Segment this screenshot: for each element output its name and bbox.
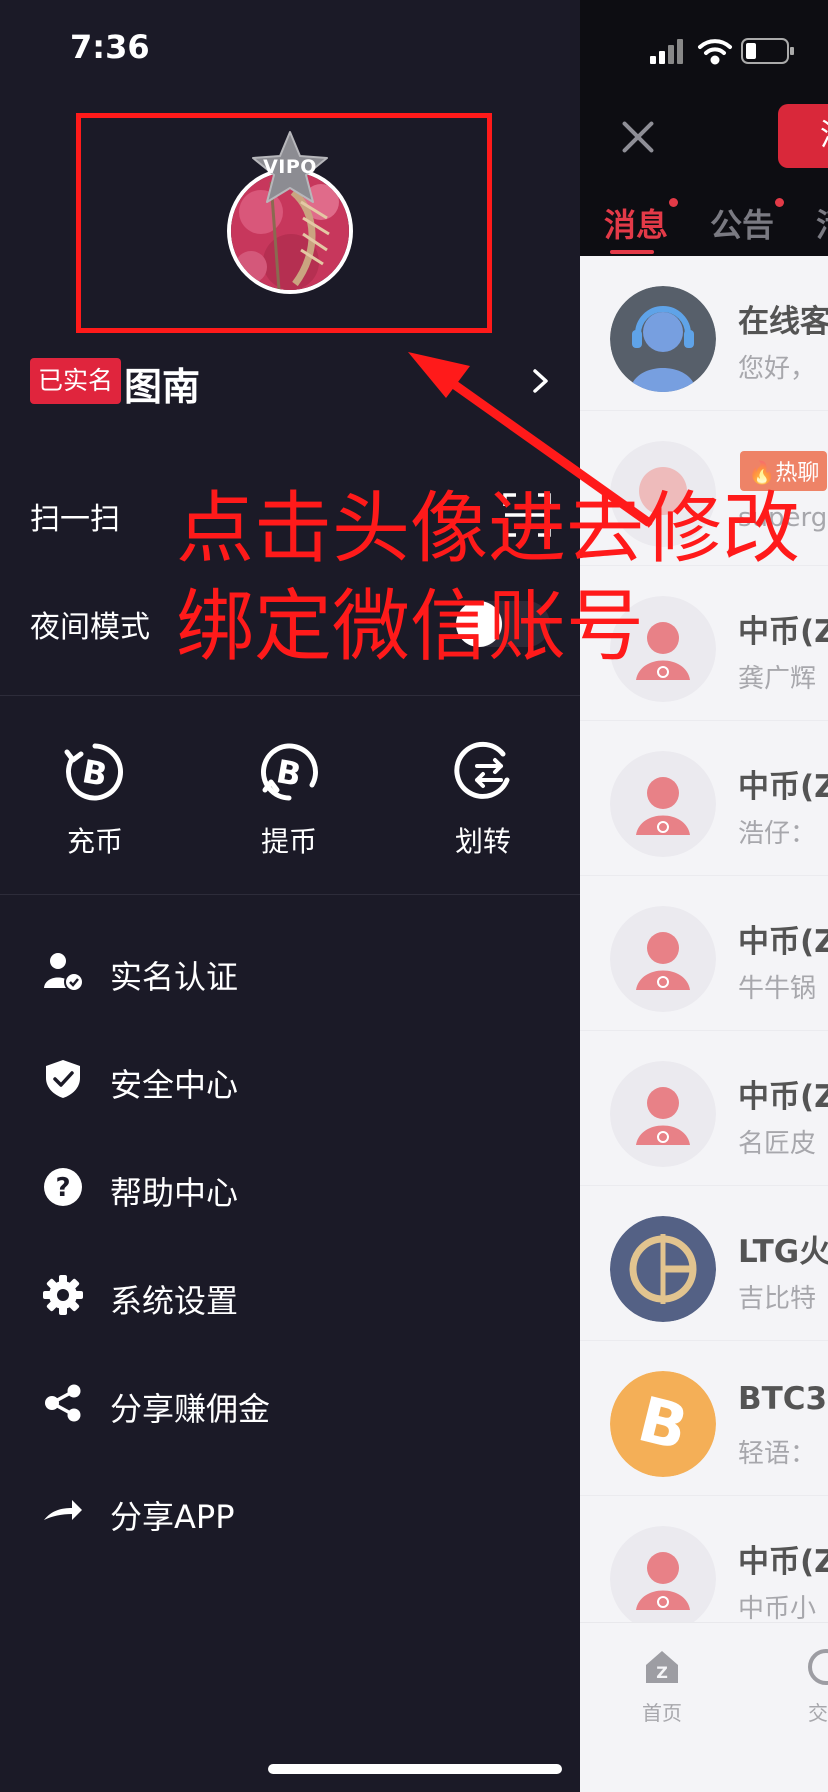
wifi-icon — [698, 39, 732, 65]
group-avatar — [610, 906, 716, 1012]
tab-announcements[interactable]: 公告 — [710, 198, 785, 246]
annotation-highlight-box — [76, 113, 492, 333]
conversation-title: 中币(Z — [738, 924, 828, 960]
conversation-preview: 龚广辉 — [738, 664, 817, 694]
transfer-icon — [454, 741, 510, 799]
conversation-preview: 吉比特 — [738, 1284, 817, 1314]
transfer-button[interactable]: 划转 — [418, 740, 548, 860]
battery-icon — [741, 38, 794, 64]
conversation-title: 中币(Z — [738, 614, 828, 650]
signal-icon — [650, 39, 683, 64]
list-item[interactable]: 在线客 您好， — [580, 256, 828, 411]
list-item[interactable]: B BTC3 轻语： — [580, 1341, 828, 1496]
night-mode-label: 夜间模式 — [30, 610, 150, 645]
background-action-button[interactable]: 消 — [778, 104, 828, 168]
background-chat-page: 消 消息 公告 活 在线客 您好， — [580, 0, 828, 1792]
menu-item-help-center[interactable]: ? 帮助中心 — [0, 1134, 580, 1242]
menu-item-real-name-verification[interactable]: 实名认证 — [0, 918, 580, 1026]
conversation-title: BTC3 — [738, 1381, 828, 1417]
conversation-preview: 中币小 — [738, 1594, 817, 1624]
nav-home-label[interactable]: 首页 — [642, 1697, 682, 1726]
svg-text:?: ? — [55, 1173, 70, 1203]
transfer-label: 划转 — [454, 825, 511, 858]
unread-dot — [775, 198, 785, 207]
conversation-preview: 牛牛锅 — [738, 974, 817, 1004]
menu-label: 分享APP — [110, 1498, 235, 1536]
bitcoin-deposit-icon: B — [64, 743, 123, 801]
user-verified-icon — [44, 953, 84, 992]
menu-label: 系统设置 — [110, 1282, 239, 1320]
status-time: 7:36 — [70, 28, 150, 66]
trade-icon[interactable] — [806, 1647, 828, 1687]
verified-badge: 已实名 — [30, 358, 122, 404]
conversation-preview: 浩仔： — [738, 819, 817, 849]
divider — [0, 695, 580, 696]
menu-item-share-app[interactable]: 分享APP — [0, 1458, 580, 1566]
list-item[interactable]: 中币(Z 名匠皮 — [580, 1031, 828, 1186]
gear-icon — [43, 1275, 83, 1315]
svg-text:B: B — [274, 752, 305, 794]
menu-label: 安全中心 — [110, 1066, 239, 1104]
ltg-coin-avatar — [610, 1216, 716, 1322]
menu-item-share-commission[interactable]: 分享赚佣金 — [0, 1350, 580, 1458]
menu-label: 实名认证 — [110, 958, 239, 996]
chevron-right-icon[interactable] — [530, 368, 552, 394]
group-avatar — [610, 1526, 716, 1632]
support-agent-avatar — [610, 286, 716, 392]
annotation-text-line1: 点击头像进去修改 — [176, 484, 801, 574]
withdraw-label: 提币 — [260, 825, 317, 858]
list-item[interactable]: 中币(Z 浩仔： — [580, 721, 828, 876]
list-item[interactable]: LTG火 吉比特 — [580, 1186, 828, 1341]
annotation-text-line2: 绑定微信账号 — [176, 582, 645, 672]
conversation-title: 中币(Z — [738, 1079, 828, 1115]
home-icon[interactable]: Z — [642, 1647, 682, 1687]
menu-item-system-settings[interactable]: 系统设置 — [0, 1242, 580, 1350]
conversation-title: 中币(Z — [738, 769, 828, 805]
user-name[interactable]: 图南 — [124, 356, 200, 411]
divider — [0, 894, 580, 895]
list-item[interactable]: 中币(Z 牛牛锅 — [580, 876, 828, 1031]
group-avatar — [610, 1061, 716, 1167]
nav-trade-label[interactable]: 交 — [808, 1697, 828, 1726]
conversation-preview: 轻语： — [738, 1439, 817, 1469]
question-icon: ? — [44, 1168, 82, 1206]
svg-text:B: B — [80, 752, 111, 794]
deposit-button[interactable]: B 充币 — [30, 740, 160, 860]
conversation-preview: 名匠皮 — [738, 1129, 817, 1159]
svg-text:Z: Z — [656, 1663, 668, 1682]
shield-check-icon — [46, 1060, 80, 1098]
menu-label: 分享赚佣金 — [110, 1390, 271, 1428]
withdraw-button[interactable]: B 提币 — [224, 740, 354, 860]
menu-item-security-center[interactable]: 安全中心 — [0, 1026, 580, 1134]
scan-label[interactable]: 扫一扫 — [30, 494, 120, 538]
deposit-label: 充币 — [66, 825, 123, 858]
tab-activity[interactable]: 活 — [816, 200, 828, 246]
close-icon[interactable] — [618, 116, 658, 156]
tab-messages[interactable]: 消息 — [604, 198, 679, 246]
conversation-title: 中币(Z — [738, 1544, 828, 1580]
status-bar-icons — [650, 38, 794, 65]
tab-underline — [610, 250, 654, 254]
bottom-nav: Z 首页 交 — [580, 1622, 828, 1792]
unread-dot — [669, 198, 679, 207]
group-avatar — [610, 751, 716, 857]
conversation-preview: 您好， — [738, 354, 817, 384]
bitcoin-withdraw-icon: B — [261, 743, 318, 801]
share-arrow-icon — [44, 1500, 82, 1520]
home-indicator — [268, 1764, 562, 1774]
conversation-title: 在线客 — [738, 304, 828, 340]
share-icon — [45, 1384, 81, 1422]
conversation-title: LTG火 — [738, 1234, 828, 1270]
bitcoin-avatar: B — [610, 1371, 716, 1477]
menu-label: 帮助中心 — [110, 1174, 239, 1212]
